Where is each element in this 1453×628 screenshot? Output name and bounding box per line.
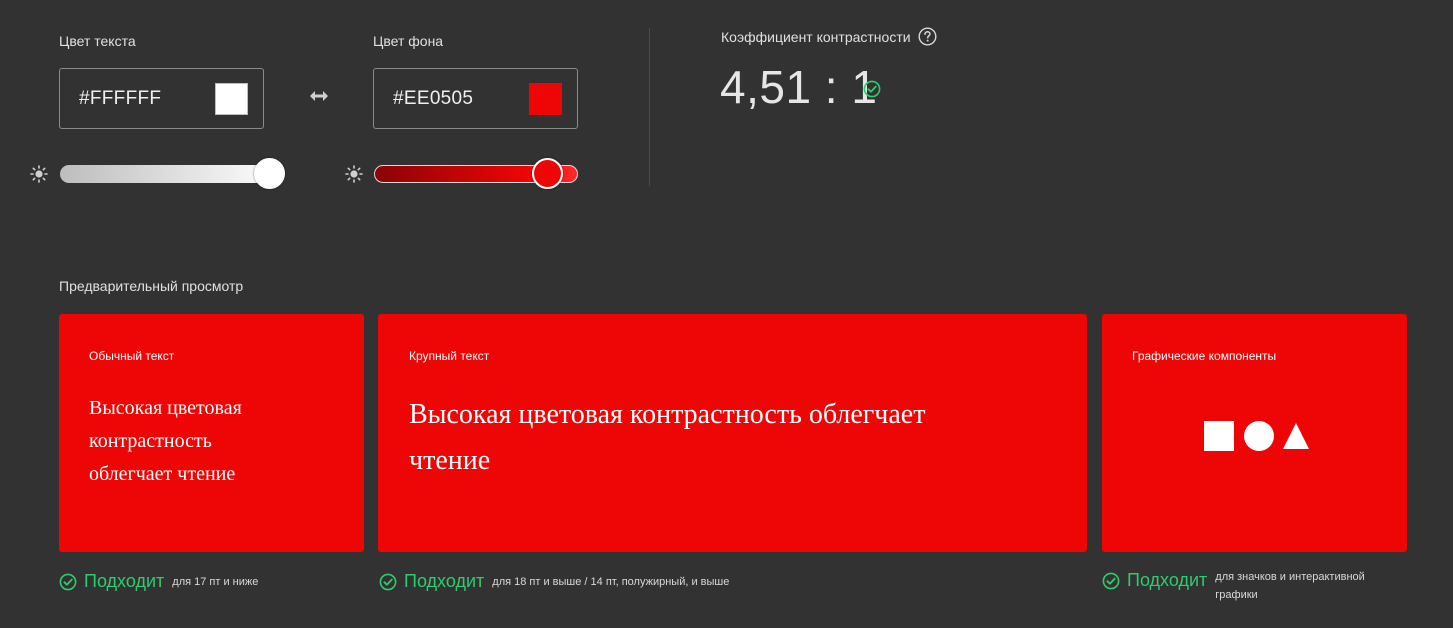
- status-note-line: графики: [1215, 589, 1258, 601]
- status-note: для значков и интерактивной графики: [1215, 568, 1365, 604]
- status-badge: Подходит: [84, 571, 165, 591]
- status-note: для 18 пт и выше / 14 пт, полужирный, и …: [492, 575, 730, 588]
- sample-text-line: Высокая цветовая контрастность облегчает: [409, 399, 926, 430]
- check-circle-icon: [1102, 572, 1120, 590]
- status-badge: Подходит: [404, 571, 485, 591]
- status-note: для 17 пт и ниже: [172, 575, 259, 588]
- question-circle-icon[interactable]: [918, 27, 937, 46]
- status-graphics: Подходит для значков и интерактивной гра…: [1102, 568, 1365, 604]
- background-color-swatch[interactable]: [529, 83, 562, 115]
- check-circle-icon: [863, 80, 881, 98]
- swap-arrows-icon[interactable]: [308, 86, 330, 106]
- sample-text-line: чтение: [409, 445, 491, 476]
- contrast-checker: Цвет текста #FFFFFF Цвет фона #EE0505 Ко…: [0, 0, 1453, 628]
- status-badge: Подходит: [1127, 570, 1208, 590]
- sample-text-line: контрастность: [89, 430, 212, 452]
- status-normal-text: Подходит для 17 пт и ниже: [59, 571, 258, 592]
- background-color-field[interactable]: #EE0505: [373, 68, 578, 129]
- divider: [649, 28, 650, 186]
- text-color-field[interactable]: #FFFFFF: [59, 68, 264, 129]
- square-shape-icon: [1204, 421, 1234, 451]
- text-color-label: Цвет текста: [59, 33, 136, 49]
- card-title: Обычный текст: [89, 349, 175, 363]
- check-circle-icon: [379, 573, 397, 590]
- contrast-ratio-value: 4,51 : 1: [720, 61, 878, 113]
- sample-text: Высокая цветовая контрастность облегчает…: [89, 392, 242, 491]
- background-color-label: Цвет фона: [373, 33, 444, 49]
- preview-label: Предварительный просмотр: [59, 278, 244, 294]
- sample-text-line: Высокая цветовая: [89, 397, 242, 419]
- card-title: Крупный текст: [409, 349, 490, 363]
- text-color-swatch[interactable]: [215, 83, 248, 115]
- circle-shape-icon: [1244, 421, 1274, 451]
- background-color-hex-input[interactable]: #EE0505: [393, 88, 473, 110]
- text-brightness-slider-handle[interactable]: [254, 158, 285, 189]
- sun-icon: [30, 165, 48, 183]
- sample-text: Высокая цветовая контрастность облегчает…: [409, 392, 925, 484]
- sun-icon: [345, 165, 363, 183]
- card-title: Графические компоненты: [1132, 349, 1277, 363]
- text-color-hex-input[interactable]: #FFFFFF: [79, 88, 161, 110]
- contrast-ratio-label: Коэффициент контрастности: [721, 29, 911, 45]
- preview-card-normal-text: Обычный текст Высокая цветовая контрастн…: [59, 314, 364, 552]
- text-brightness-slider[interactable]: [60, 165, 284, 183]
- check-circle-icon: [59, 573, 77, 590]
- status-large-text: Подходит для 18 пт и выше / 14 пт, полуж…: [379, 571, 729, 592]
- status-note-line: для значков и интерактивной: [1215, 571, 1365, 583]
- preview-card-large-text: Крупный текст Высокая цветовая контрастн…: [378, 314, 1087, 552]
- sample-text-line: облегчает чтение: [89, 463, 236, 485]
- triangle-shape-icon: [1283, 423, 1309, 449]
- background-brightness-slider-handle[interactable]: [532, 158, 563, 189]
